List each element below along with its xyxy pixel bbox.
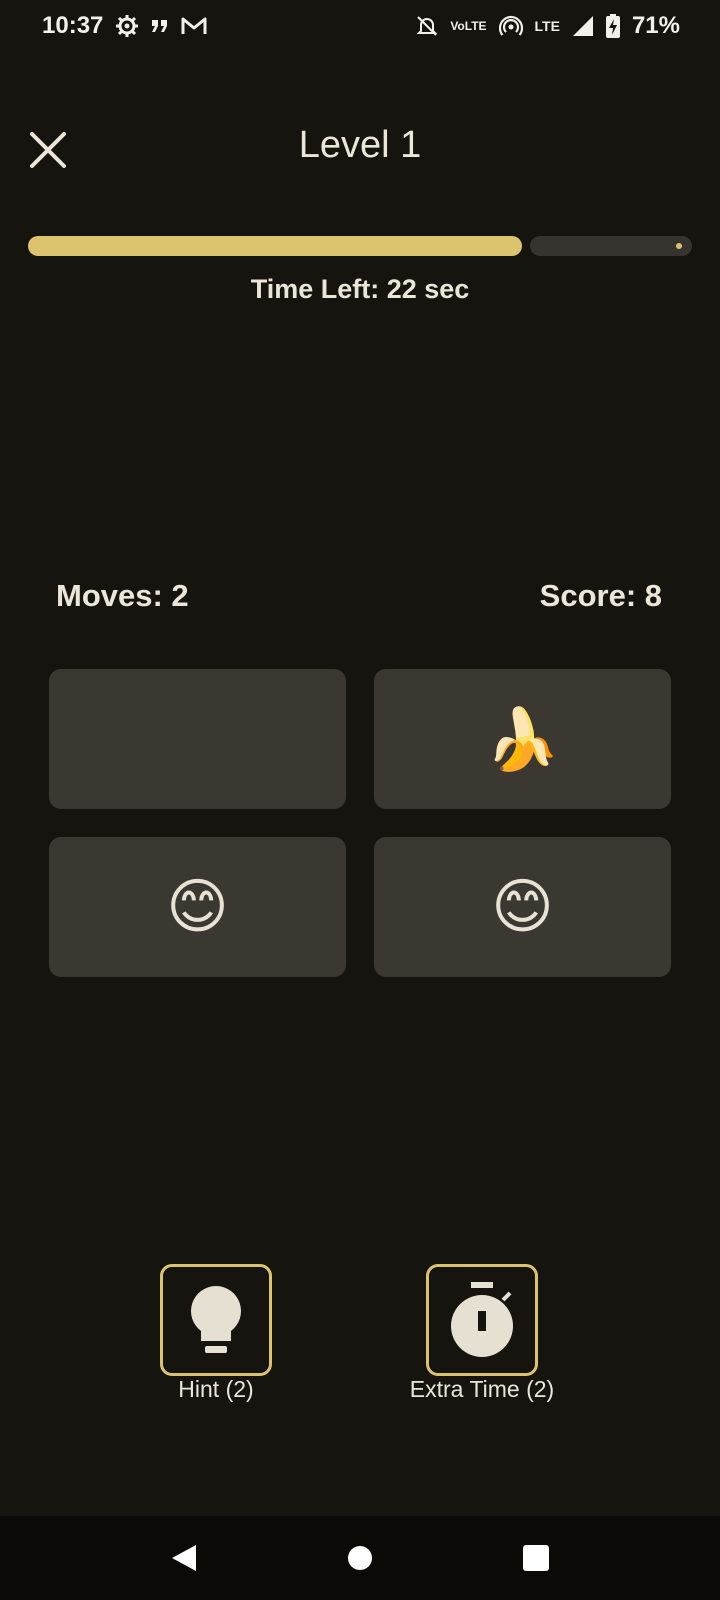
progress-end-dot	[676, 243, 682, 249]
lte-icon: LTE	[534, 18, 560, 34]
quote-icon	[151, 18, 169, 34]
progress-remaining	[530, 236, 692, 256]
settings-icon	[115, 14, 139, 38]
clock: 10:37	[42, 12, 104, 39]
hotspot-icon	[498, 15, 523, 37]
bell-off-icon	[416, 15, 438, 37]
navigation-bar	[0, 1516, 720, 1600]
card-1[interactable]	[49, 669, 346, 809]
stopwatch-icon	[451, 1282, 513, 1357]
card-3[interactable]: 😊	[49, 837, 346, 977]
recents-button[interactable]	[512, 1534, 560, 1582]
game-screen: 10:37 Vo LTE LTE 71% Level 1 Time Left: …	[0, 0, 720, 1600]
signal-icon	[572, 15, 594, 37]
battery-charging-icon	[605, 14, 620, 38]
recents-icon	[523, 1545, 549, 1571]
home-icon	[348, 1546, 372, 1570]
card-2[interactable]: 🍌	[374, 669, 671, 809]
hint-button[interactable]	[160, 1264, 272, 1376]
timer-progress-bar	[28, 236, 692, 256]
card-4[interactable]: 😊	[374, 837, 671, 977]
gmail-icon	[181, 16, 207, 36]
volte-icon: Vo LTE	[450, 18, 487, 33]
home-button[interactable]	[336, 1534, 384, 1582]
time-left-label: Time Left: 22 sec	[250, 274, 470, 304]
hint-label: Hint (2)	[178, 1376, 254, 1402]
extra-time-button[interactable]	[426, 1264, 538, 1376]
status-bar: 10:37 Vo LTE LTE 71%	[0, 0, 720, 52]
lightbulb-icon	[191, 1286, 241, 1353]
extra-time-label: Extra Time (2)	[409, 1376, 555, 1402]
level-title: Level 1	[298, 124, 422, 166]
moves-counter: Moves: 2	[56, 578, 189, 613]
score-counter: Score: 8	[539, 578, 662, 613]
progress-fill	[28, 236, 522, 256]
back-button[interactable]	[160, 1534, 208, 1582]
battery-percent: 71%	[631, 12, 680, 39]
back-icon	[172, 1545, 196, 1571]
